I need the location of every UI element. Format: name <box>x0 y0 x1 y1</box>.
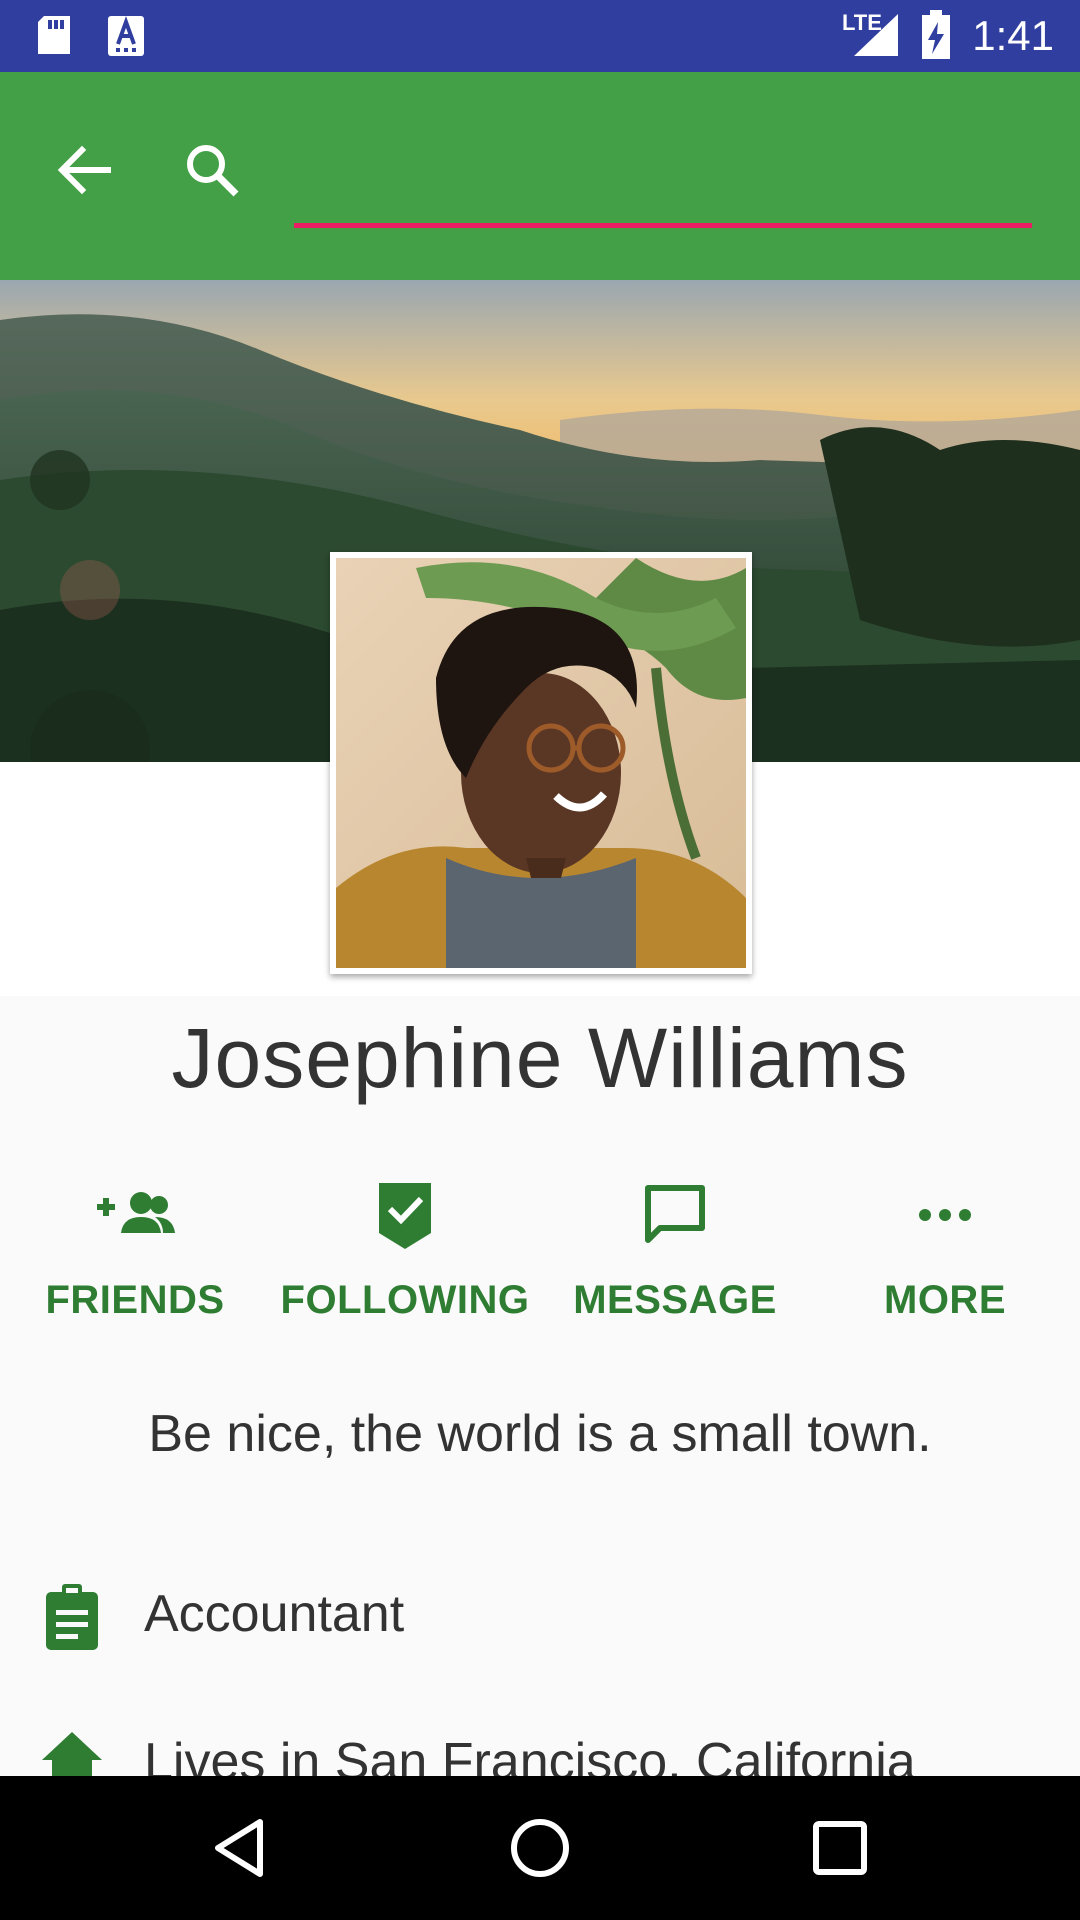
friends-label: FRIENDS <box>45 1278 225 1322</box>
more-horiz-icon <box>919 1209 971 1221</box>
nav-recents-button[interactable] <box>790 1798 890 1898</box>
following-label: FOLLOWING <box>280 1278 530 1322</box>
message-icon <box>645 1185 705 1243</box>
profile-tagline: Be nice, the world is a small town. <box>148 1405 932 1463</box>
action-bar: FRIENDS FOLLOWING MESSAGE MORE <box>0 1170 1080 1330</box>
info-row-occupation: Accountant <box>0 1566 1080 1666</box>
navigation-bar <box>0 1776 1080 1920</box>
more-button[interactable]: MORE <box>810 1170 1080 1330</box>
app-bar <box>0 72 1080 280</box>
clock: 1:41 <box>972 12 1054 59</box>
following-check-icon <box>379 1183 431 1249</box>
signal-icon <box>854 14 898 56</box>
status-bar: LTE 1:41 <box>0 0 1080 72</box>
back-triangle-icon <box>215 1819 263 1877</box>
clipboard-icon <box>46 1584 98 1650</box>
profile-name: Josephine Williams <box>171 1011 909 1105</box>
avatar[interactable] <box>330 552 752 974</box>
message-label: MESSAGE <box>573 1278 777 1322</box>
message-button[interactable]: MESSAGE <box>540 1170 810 1330</box>
back-button[interactable] <box>36 124 132 220</box>
occupation-text: Accountant <box>144 1585 405 1643</box>
search-input[interactable] <box>294 164 1032 228</box>
search-icon <box>187 145 239 197</box>
more-label: MORE <box>884 1278 1006 1322</box>
search-button[interactable] <box>166 124 262 220</box>
nav-back-button[interactable] <box>190 1798 290 1898</box>
add-friend-icon <box>97 1192 175 1233</box>
sd-card-icon <box>38 16 70 54</box>
recents-square-icon <box>813 1821 867 1875</box>
arrow-back-icon <box>57 145 111 195</box>
home-circle-icon <box>511 1819 569 1877</box>
battery-charging-icon <box>922 10 950 59</box>
nav-home-button[interactable] <box>490 1798 590 1898</box>
friends-button[interactable]: FRIENDS <box>0 1170 270 1330</box>
keyboard-a-icon <box>108 16 144 56</box>
following-button[interactable]: FOLLOWING <box>270 1170 540 1330</box>
